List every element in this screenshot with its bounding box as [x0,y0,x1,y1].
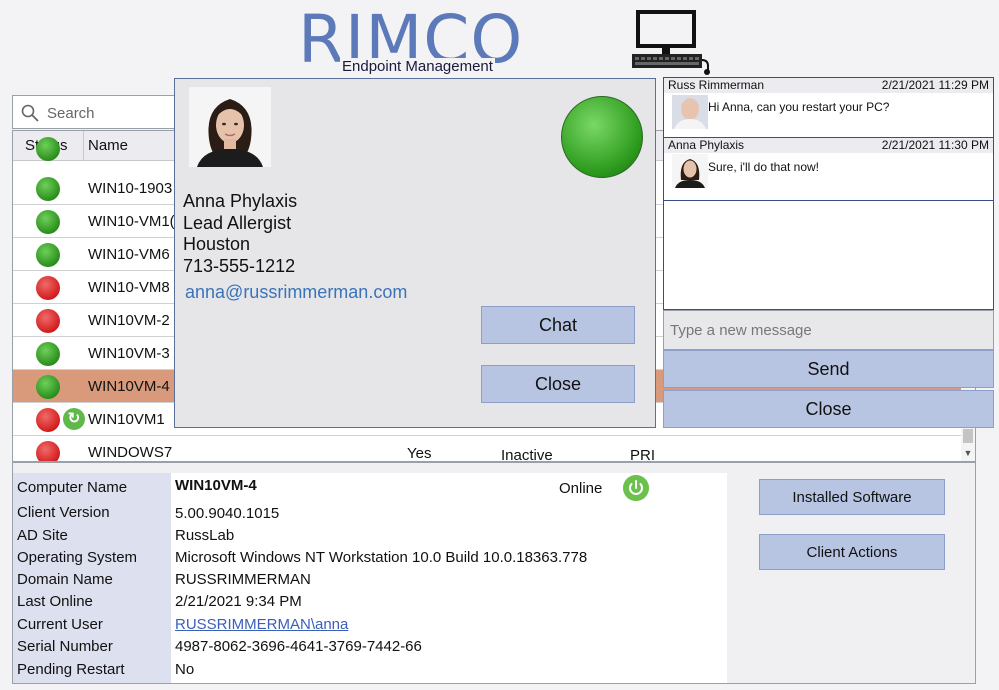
contact-title: Lead Allergist [183,213,292,233]
computer-name: WIN10VM-4 [88,378,170,395]
label-current-user: Current User [17,616,103,633]
status-offline-icon [36,441,60,461]
cell-value: PRI [630,447,656,462]
label-pending-restart: Pending Restart [17,661,125,678]
status-offline-icon [36,309,60,333]
client-actions-button[interactable]: Client Actions [759,534,945,570]
label-computer-name: Computer Name [17,479,128,496]
search-icon [21,104,39,122]
search-box[interactable] [12,95,182,129]
contact-email-link[interactable]: anna@russrimmerman.com [185,282,407,303]
status-offline-icon [36,408,60,432]
contact-city: Houston [183,234,251,254]
presence-online-indicator [561,96,643,178]
message-author: Russ Rimmerman [668,78,765,92]
scrollbar-thumb[interactable] [963,429,973,443]
details-labels: Computer Name Client Version AD Site Ope… [13,473,171,683]
message-author: Anna Phylaxis [668,138,745,152]
chat-button[interactable]: Chat [481,306,635,344]
label-client-version: Client Version [17,504,110,521]
table-row[interactable]: WINDOWS7 Yes Inactive PRI [13,436,961,462]
value-computer-name: WIN10VM-4 [175,477,257,494]
message-text: Sure, i'll do that now! [708,160,820,174]
message-time: 2/21/2021 11:29 PM [881,78,989,92]
contact-close-button[interactable]: Close [481,365,635,403]
avatar [672,95,708,129]
contact-card: Anna Phylaxis Lead Allergist Houston 713… [174,78,656,428]
value-domain-name: RUSSRIMMERMAN [175,571,311,588]
label-operating-system: Operating System [17,549,138,566]
contact-name: Anna Phylaxis [183,191,298,211]
status-online-icon [36,177,60,201]
label-last-online: Last Online [17,593,93,610]
status-online-icon [36,375,60,399]
computer-name: WIN10VM1 [88,411,165,428]
message-header: Anna Phylaxis 2/21/2021 11:30 PM [664,138,993,153]
message-time: 2/21/2021 11:30 PM [881,138,989,152]
status-text: Online [559,480,603,497]
status-online-icon [36,342,60,366]
status-online-icon [36,210,60,234]
computer-name: WIN10VM-2 [88,312,170,329]
value-client-version: 5.00.9040.1015 [175,505,280,522]
cell-value: Yes [407,445,432,462]
computer-details-panel: Computer Name Client Version AD Site Ope… [12,462,976,684]
scroll-down-arrow-icon[interactable]: ▼ [961,447,975,459]
search-input[interactable] [47,102,177,124]
status-online-icon [36,137,60,161]
value-ad-site: RussLab [175,527,235,544]
computer-name: WIN10VM-3 [88,345,170,362]
computer-name: WIN10-VM8 [88,279,170,296]
desktop-computer-icon [632,10,710,75]
value-operating-system: Microsoft Windows NT Workstation 10.0 Bu… [175,549,588,566]
label-ad-site: AD Site [17,527,68,544]
computer-name: WIN10-VM1( [88,213,175,230]
status-offline-icon [36,276,60,300]
pending-restart-icon: ↻ [63,408,85,430]
value-serial-number: 4987-8062-3696-4641-3769-7442-66 [175,638,422,655]
computer-name: WIN10-VM6 [88,246,170,263]
installed-software-button[interactable]: Installed Software [759,479,945,515]
chat-panel: Russ Rimmerman 2/21/2021 11:29 PM Hi Ann… [663,77,994,310]
current-user-link[interactable]: RUSSRIMMERMAN\anna [175,616,348,633]
brand-subtitle: Endpoint Management [340,58,495,76]
computer-name: WIN10-1903 [88,180,173,197]
cell-value: Inactive [501,447,553,462]
chat-close-button[interactable]: Close [663,390,994,428]
status-online-icon [36,243,60,267]
message-text: Hi Anna, can you restart your PC? [708,100,890,114]
value-last-online: 2/21/2021 9:34 PM [175,593,302,610]
contact-phone: 713-555-1212 [183,256,296,276]
label-domain-name: Domain Name [17,571,113,588]
chat-compose[interactable] [663,310,994,350]
label-serial-number: Serial Number [17,638,113,655]
contact-avatar [189,87,271,167]
brand-logo: RIMCO Endpoint Management [298,4,538,76]
chat-message-input[interactable] [664,311,993,349]
power-icon [623,475,649,501]
message-header: Russ Rimmerman 2/21/2021 11:29 PM [664,78,993,93]
send-button[interactable]: Send [663,350,994,388]
computer-name: WINDOWS7 [88,444,173,461]
avatar [672,154,708,188]
chat-message: Anna Phylaxis 2/21/2021 11:30 PM Sure, i… [664,138,993,201]
chat-message: Russ Rimmerman 2/21/2021 11:29 PM Hi Ann… [664,78,993,138]
details-values: WIN10VM-4 5.00.9040.1015 RussLab Microso… [171,473,727,683]
value-pending-restart: No [175,661,195,678]
